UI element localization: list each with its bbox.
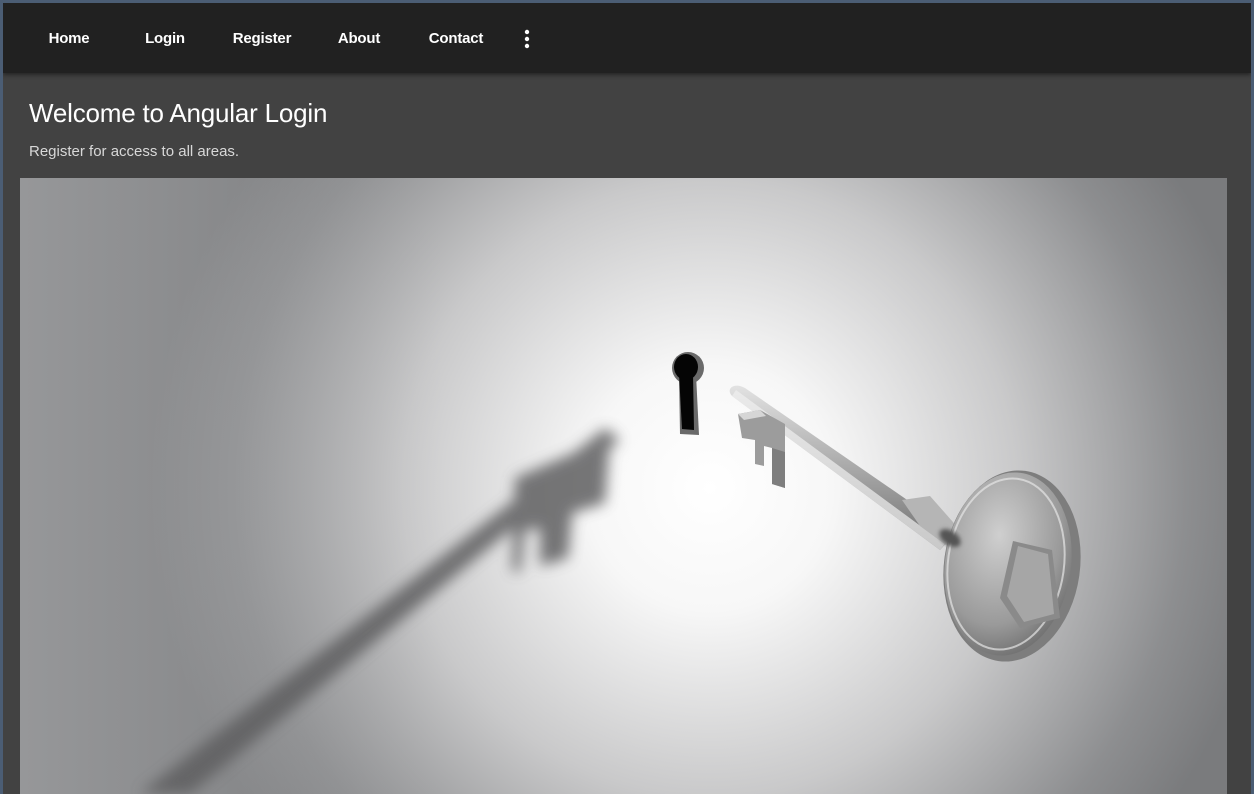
page-title: Welcome to Angular Login — [29, 98, 328, 128]
nav-register-button[interactable]: Register — [223, 21, 301, 57]
app-window: Home Login Register About Contact Welcom… — [3, 3, 1251, 794]
top-toolbar: Home Login Register About Contact — [3, 3, 1251, 73]
page-subtitle: Register for access to all areas. — [29, 143, 240, 160]
nav-login-button[interactable]: Login — [127, 21, 203, 57]
nav-home-button[interactable]: Home — [31, 21, 107, 57]
more-vert-icon — [524, 29, 530, 49]
nav-about-button[interactable]: About — [321, 21, 397, 57]
more-menu-button[interactable] — [511, 21, 543, 57]
key-keyhole-illustration — [20, 178, 1227, 794]
nav-contact-button[interactable]: Contact — [417, 21, 495, 57]
hero-image — [20, 178, 1227, 794]
